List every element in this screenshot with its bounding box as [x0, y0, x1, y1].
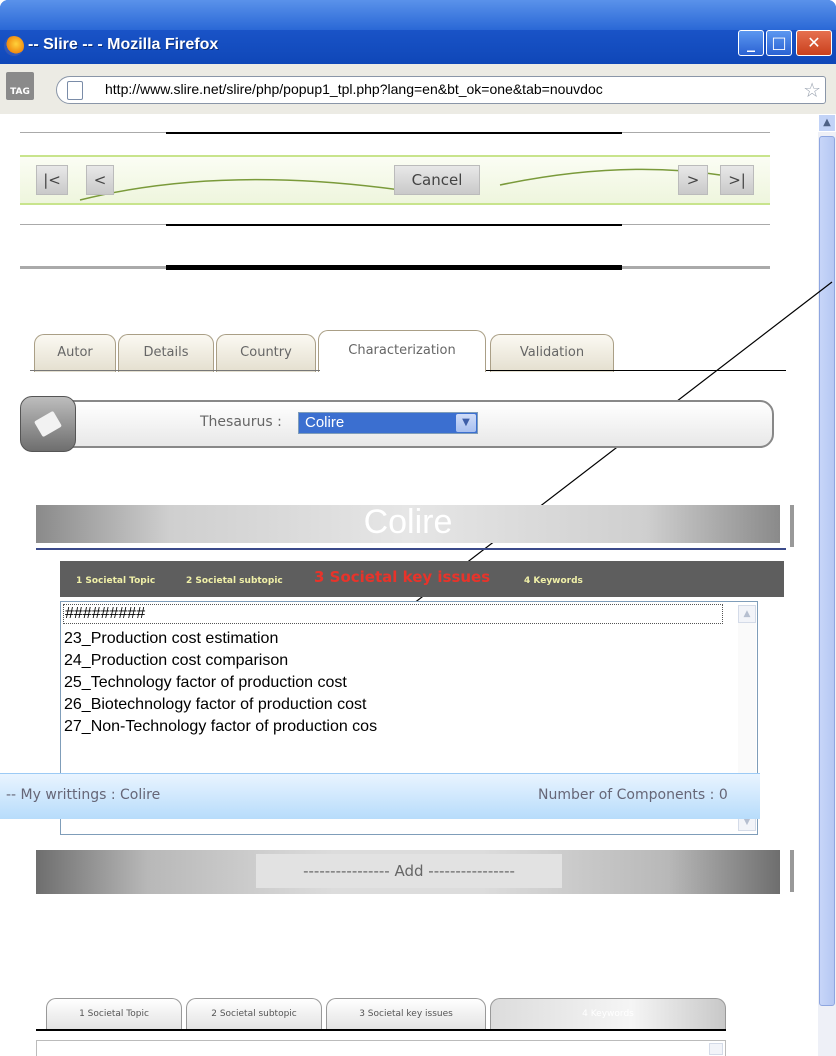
scroll-up-icon[interactable] [709, 1043, 723, 1055]
list-item[interactable]: 24_Production cost comparison [64, 652, 288, 670]
bottom-tab-societal-subtopic[interactable]: 2 Societal subtopic [186, 998, 322, 1030]
bottom-tab-baseline [36, 1029, 726, 1031]
thesaurus-label: Thesaurus : [200, 414, 282, 430]
section-title: Colire [363, 503, 453, 541]
my-writings-listbox[interactable] [36, 1040, 726, 1056]
thesaurus-selected-value: Colire [305, 414, 345, 431]
my-writings-label: -- My writtings : Colire [6, 787, 161, 803]
bottom-tab-societal-key-issues[interactable]: 3 Societal key issues [326, 998, 486, 1030]
scroll-up-icon[interactable]: ▲ [738, 605, 756, 623]
book-page [33, 410, 63, 438]
add-button[interactable]: ---------------- Add ---------------- [256, 854, 562, 888]
step-societal-subtopic[interactable]: 2 Societal subtopic [186, 576, 283, 586]
list-item-selected[interactable]: ######### [63, 604, 723, 624]
bottom-tab-societal-topic[interactable]: 1 Societal Topic [46, 998, 182, 1030]
step-keywords[interactable]: 4 Keywords [524, 576, 583, 586]
thesaurus-select[interactable]: Colire ▼ [298, 412, 478, 434]
step-societal-key-issues[interactable]: 3 Societal key issues [314, 568, 490, 586]
list-item[interactable]: 26_Biotechnology factor of production co… [64, 696, 366, 714]
section-underline [36, 548, 786, 550]
bottom-tab-keywords[interactable]: 4 Keywords [490, 998, 726, 1030]
list-item[interactable]: 25_Technology factor of production cost [64, 674, 347, 692]
side-mark [790, 505, 794, 547]
list-item[interactable]: 23_Production cost estimation [64, 630, 278, 648]
list-item[interactable]: 27_Non-Technology factor of production c… [64, 718, 377, 736]
side-mark [790, 850, 794, 892]
chevron-down-icon[interactable]: ▼ [456, 414, 476, 432]
components-count: Number of Components : 0 [538, 787, 728, 803]
step-societal-topic[interactable]: 1 Societal Topic [76, 576, 155, 586]
thesaurus-book-icon[interactable] [20, 396, 76, 452]
